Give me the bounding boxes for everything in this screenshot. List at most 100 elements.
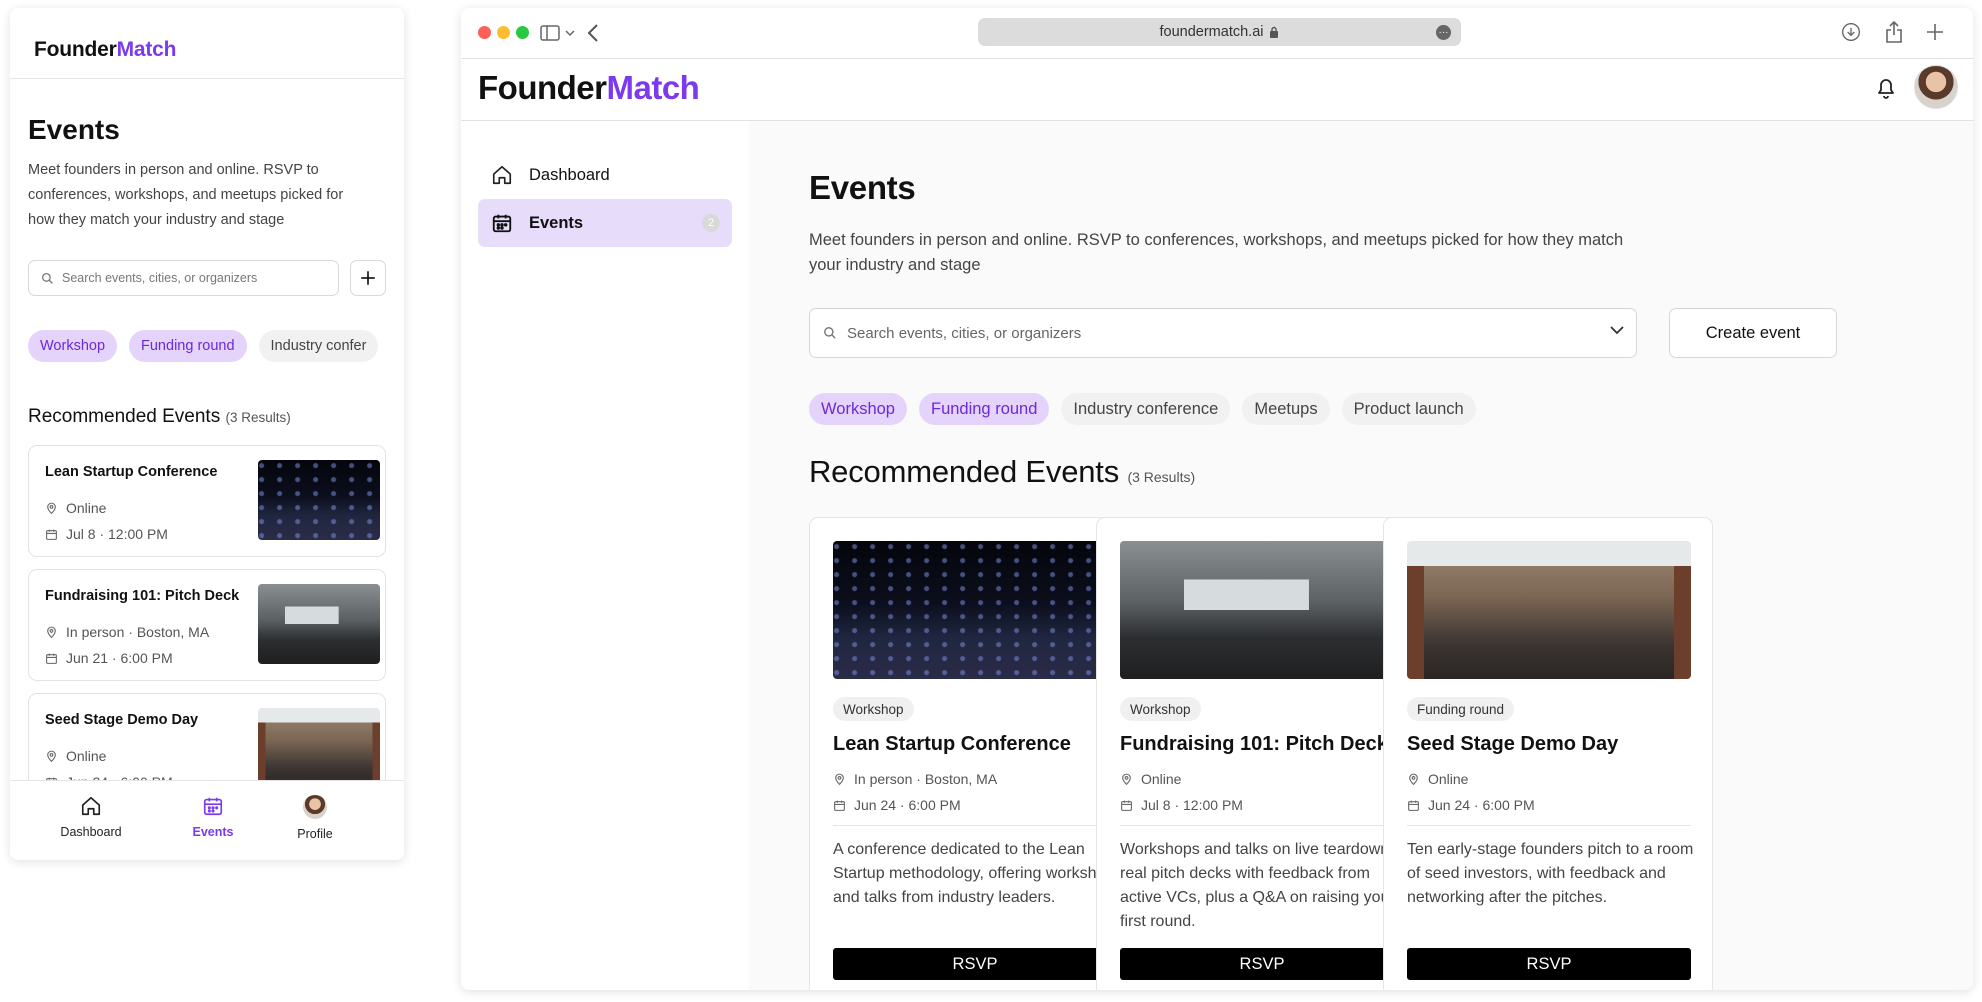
location-pin-icon bbox=[1122, 773, 1131, 786]
close-window-button[interactable] bbox=[478, 26, 491, 39]
sidebar-item-label: Events bbox=[529, 213, 584, 232]
event-name: Seed Stage Demo Day bbox=[45, 712, 199, 728]
bottom-tab-bar: Dashboard Events Profile bbox=[10, 780, 404, 860]
event-card[interactable]: Lean Startup Conference Online Jul 8 · 1… bbox=[28, 445, 386, 557]
address-bar[interactable]: foundermatch.ai ··· bbox=[978, 18, 1461, 46]
event-description: A conference dedicated to the Lean Start… bbox=[833, 841, 1123, 906]
page-title: Events bbox=[28, 114, 120, 145]
home-icon bbox=[492, 165, 512, 185]
search-icon bbox=[824, 327, 836, 339]
event-date: Jul 8 · 12:00 PM bbox=[45, 526, 168, 542]
event-name: Lean Startup Conference bbox=[833, 733, 1071, 755]
divider bbox=[10, 78, 404, 79]
filter-chip-workshop[interactable]: Workshop bbox=[809, 393, 907, 425]
search-input[interactable]: Search events, cities, or organizers bbox=[809, 308, 1637, 358]
event-date: Jun 24 · 6:00 PM bbox=[1407, 797, 1535, 813]
filter-chip-workshop[interactable]: Workshop bbox=[28, 330, 118, 362]
event-date: Jun 24 · 6:00 PM bbox=[833, 797, 961, 813]
sidebar-item-dashboard[interactable]: Dashboard bbox=[478, 151, 732, 199]
rsvp-button[interactable]: RSVP bbox=[1120, 948, 1404, 980]
filter-chips: Workshop Funding round Industry conferen… bbox=[809, 393, 1476, 425]
back-arrow-icon[interactable] bbox=[587, 24, 599, 42]
event-date: Jul 8 · 12:00 PM bbox=[1120, 797, 1243, 813]
create-event-button[interactable]: Create event bbox=[1669, 308, 1837, 358]
search-input[interactable]: Search events, cities, or organizers bbox=[28, 260, 339, 296]
location-pin-icon bbox=[1409, 773, 1418, 786]
event-card[interactable]: Funding round Seed Stage Demo Day Online… bbox=[1383, 517, 1713, 990]
event-location: Online bbox=[1120, 771, 1181, 787]
create-event-button[interactable] bbox=[350, 260, 386, 296]
mobile-view: FounderMatch Events Meet founders in per… bbox=[10, 8, 404, 860]
user-avatar[interactable] bbox=[1914, 65, 1958, 109]
calendar-icon bbox=[492, 214, 512, 233]
event-image bbox=[833, 541, 1117, 679]
lock-icon bbox=[1270, 26, 1279, 38]
event-name: Lean Startup Conference bbox=[45, 464, 218, 480]
recommended-heading: Recommended Events (3 Results) bbox=[28, 406, 291, 427]
event-tag: Workshop bbox=[1120, 697, 1201, 721]
plus-icon bbox=[361, 271, 375, 285]
new-tab-icon[interactable] bbox=[1926, 23, 1944, 41]
event-name: Seed Stage Demo Day bbox=[1407, 733, 1619, 755]
mobile-logo[interactable]: FounderMatch bbox=[34, 38, 176, 62]
event-date: Jun 21 · 6:00 PM bbox=[45, 650, 173, 666]
filter-chip-funding-round[interactable]: Funding round bbox=[129, 330, 247, 362]
tab-profile[interactable]: Profile bbox=[270, 795, 360, 841]
event-thumbnail bbox=[258, 708, 380, 788]
app-logo[interactable]: FounderMatch bbox=[478, 69, 700, 107]
maximize-window-button[interactable] bbox=[516, 26, 529, 39]
event-description: Workshops and talks on live teardown of … bbox=[1120, 841, 1407, 930]
home-icon bbox=[81, 796, 101, 816]
event-card[interactable]: Fundraising 101: Pitch Deck In person · … bbox=[28, 569, 386, 681]
location-pin-icon bbox=[47, 750, 56, 763]
search-placeholder: Search events, cities, or organizers bbox=[62, 271, 258, 285]
chevron-down-icon[interactable] bbox=[565, 30, 575, 37]
filter-chip-industry-conference[interactable]: Industry confer bbox=[258, 330, 379, 362]
calendar-icon bbox=[1408, 800, 1419, 811]
sidebar-item-events[interactable]: Events 2 bbox=[478, 199, 732, 247]
divider bbox=[833, 825, 1117, 826]
share-icon[interactable] bbox=[1885, 21, 1903, 43]
event-tag: Workshop bbox=[833, 697, 914, 721]
event-thumbnail bbox=[258, 460, 380, 540]
event-image bbox=[1407, 541, 1691, 679]
filter-chip-funding-round[interactable]: Funding round bbox=[918, 393, 1050, 425]
location-pin-icon bbox=[47, 502, 56, 515]
calendar-icon bbox=[46, 529, 57, 540]
calendar-icon bbox=[1121, 800, 1132, 811]
filter-chip-industry-conference[interactable]: Industry conference bbox=[1061, 393, 1231, 425]
tab-dashboard[interactable]: Dashboard bbox=[46, 795, 136, 839]
main-content: Events Meet founders in person and onlin… bbox=[749, 121, 1973, 990]
event-name: Fundraising 101: Pitch Deck bbox=[1120, 733, 1388, 755]
event-thumbnail bbox=[258, 584, 380, 664]
calendar-icon bbox=[203, 797, 223, 816]
event-card[interactable]: Workshop Lean Startup Conference In pers… bbox=[809, 517, 1139, 990]
chevron-down-icon[interactable] bbox=[1610, 326, 1624, 335]
location-pin-icon bbox=[47, 626, 56, 639]
page-description: Meet founders in person and online. RSVP… bbox=[809, 231, 1624, 274]
event-name: Fundraising 101: Pitch Deck bbox=[45, 588, 240, 604]
rsvp-button[interactable]: RSVP bbox=[833, 948, 1117, 980]
event-description: Ten early-stage founders pitch to a room… bbox=[1407, 841, 1694, 906]
bell-icon[interactable] bbox=[1876, 77, 1896, 99]
more-icon[interactable]: ··· bbox=[1436, 25, 1451, 40]
event-location: Online bbox=[45, 748, 106, 764]
app-header: FounderMatch bbox=[461, 59, 1973, 121]
rsvp-button[interactable]: RSVP bbox=[1407, 948, 1691, 980]
minimize-window-button[interactable] bbox=[497, 26, 510, 39]
filter-chip-product-launch[interactable]: Product launch bbox=[1341, 393, 1476, 425]
calendar-icon bbox=[834, 800, 845, 811]
event-tag: Funding round bbox=[1407, 697, 1515, 721]
event-location: In person · Boston, MA bbox=[45, 624, 209, 640]
event-location: Online bbox=[1407, 771, 1468, 787]
search-icon bbox=[41, 272, 53, 284]
event-image bbox=[1120, 541, 1404, 679]
download-icon[interactable] bbox=[1841, 22, 1861, 42]
divider bbox=[1407, 825, 1691, 826]
sidebar-toggle-icon[interactable] bbox=[540, 25, 560, 41]
tab-events[interactable]: Events bbox=[168, 795, 258, 839]
filter-chips: Workshop Funding round Industry confer bbox=[28, 330, 394, 362]
filter-chip-meetups[interactable]: Meetups bbox=[1242, 393, 1330, 425]
search-placeholder: Search events, cities, or organizers bbox=[847, 324, 1082, 342]
event-card[interactable]: Workshop Fundraising 101: Pitch Deck Onl… bbox=[1096, 517, 1426, 990]
